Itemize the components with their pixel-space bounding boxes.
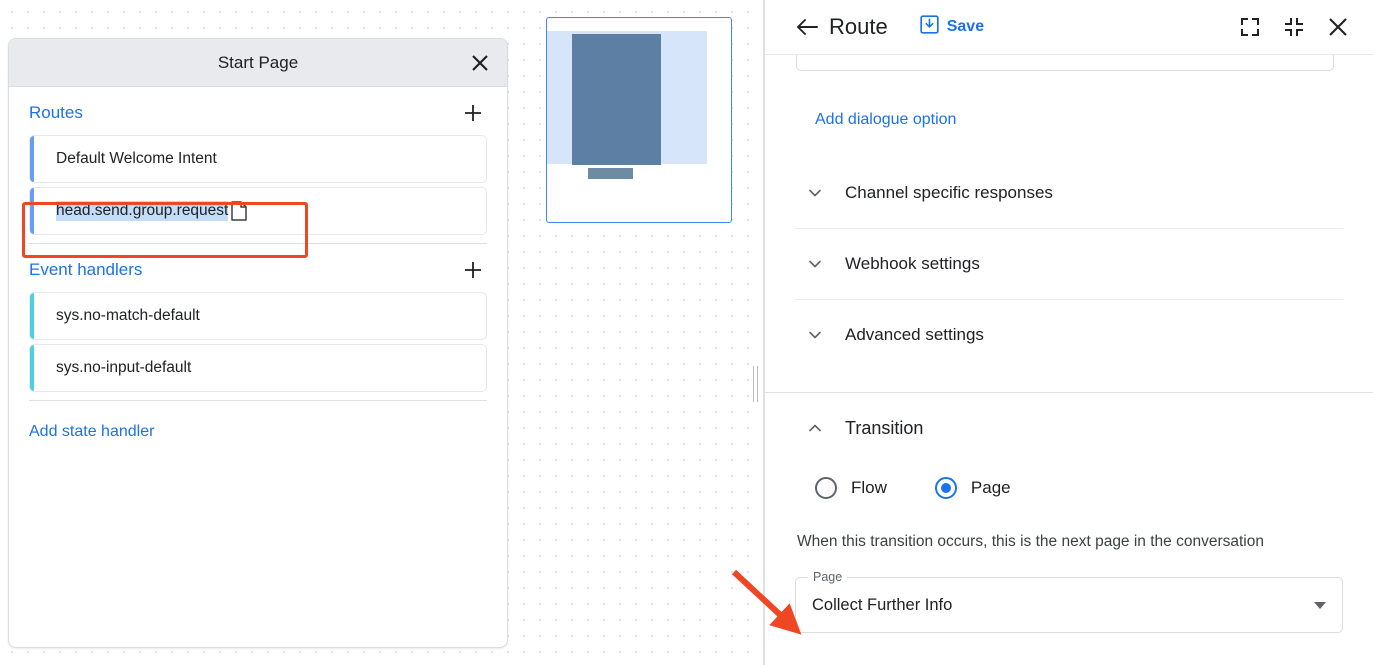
add-dialogue-option-link[interactable]: Add dialogue option — [815, 111, 956, 129]
route-item-head-send-group-request[interactable]: head.send.group.request — [29, 187, 487, 235]
radio-circle-flow — [815, 477, 837, 499]
start-page-card: Start Page Routes — [8, 38, 508, 648]
start-page-header: Start Page — [9, 39, 507, 87]
accordion-webhook-settings[interactable]: Webhook settings — [795, 228, 1343, 299]
transition-target-type-radiogroup: Flow Page — [795, 477, 1343, 499]
event-handler-item-no-input-default[interactable]: sys.no-input-default — [29, 344, 487, 392]
accordion-advanced-settings[interactable]: Advanced settings — [795, 299, 1343, 370]
radio-option-page[interactable]: Page — [935, 477, 1011, 499]
radio-label: Flow — [851, 478, 887, 498]
accordion-label: Advanced settings — [845, 325, 984, 345]
close-icon[interactable] — [1321, 10, 1355, 44]
chevron-down-icon — [803, 252, 827, 276]
route-item-label: Default Welcome Intent — [56, 150, 474, 168]
chevron-down-icon — [803, 323, 827, 347]
chevron-up-icon — [803, 416, 827, 440]
event-handler-item-label: sys.no-input-default — [56, 359, 474, 377]
close-icon[interactable] — [465, 48, 495, 78]
transition-title: Transition — [845, 418, 923, 439]
radio-option-flow[interactable]: Flow — [815, 477, 887, 499]
radio-label: Page — [971, 478, 1011, 498]
page-node-preview[interactable] — [546, 17, 732, 223]
page-title: Start Page — [218, 53, 298, 73]
expand-icon[interactable] — [1233, 10, 1267, 44]
event-handler-item-no-match-default[interactable]: sys.no-match-default — [29, 292, 487, 340]
event-handler-item-label: sys.no-match-default — [56, 307, 474, 325]
chevron-down-icon[interactable] — [1314, 602, 1326, 609]
panel-resize-handle[interactable] — [750, 365, 760, 403]
collapse-icon[interactable] — [1277, 10, 1311, 44]
node-preview-bar — [588, 168, 633, 179]
route-panel-header: Route Save — [765, 0, 1373, 55]
accordion-label: Channel specific responses — [845, 183, 1053, 203]
accordion-label: Webhook settings — [845, 254, 980, 274]
route-item-default-welcome-intent[interactable]: Default Welcome Intent — [29, 135, 487, 183]
add-route-button[interactable] — [459, 99, 487, 127]
node-preview-block — [572, 34, 661, 165]
accordion-channel-specific-responses[interactable]: Channel specific responses — [795, 157, 1343, 228]
app-root: Start Page Routes — [0, 0, 1373, 665]
route-panel-title: Route — [829, 14, 888, 40]
routes-label: Routes — [29, 103, 83, 123]
event-handlers-section-header: Event handlers — [29, 244, 487, 292]
save-button[interactable]: Save — [920, 15, 984, 39]
add-state-handler-link[interactable]: Add state handler — [29, 401, 487, 441]
accordion-transition[interactable]: Transition — [795, 393, 1343, 463]
page-select-legend: Page — [808, 570, 847, 584]
route-panel-content: Add dialogue option Channel specific res… — [765, 55, 1373, 633]
save-icon — [920, 15, 939, 39]
page-select-field[interactable]: Page Collect Further Info — [795, 577, 1343, 633]
event-handlers-label: Event handlers — [29, 260, 142, 280]
route-detail-panel: Route Save — [765, 0, 1373, 665]
transition-helper-text: When this transition occurs, this is the… — [795, 533, 1343, 551]
page-select-value: Collect Further Info — [812, 596, 1314, 615]
chevron-down-icon — [803, 181, 827, 205]
radio-circle-page — [935, 477, 957, 499]
start-page-body: Routes Default Welcome Intent head.send.… — [9, 87, 507, 441]
flow-canvas[interactable]: Start Page Routes — [0, 0, 765, 665]
routes-section-header: Routes — [29, 87, 487, 135]
route-item-label: head.send.group.request — [56, 201, 228, 221]
add-event-handler-button[interactable] — [459, 256, 487, 284]
dialogue-option-input-partial[interactable] — [796, 55, 1334, 71]
save-label: Save — [947, 18, 984, 36]
back-arrow-icon[interactable] — [793, 13, 821, 41]
document-icon[interactable] — [228, 200, 250, 222]
route-panel-scroll-area[interactable]: Add dialogue option Channel specific res… — [765, 55, 1373, 665]
